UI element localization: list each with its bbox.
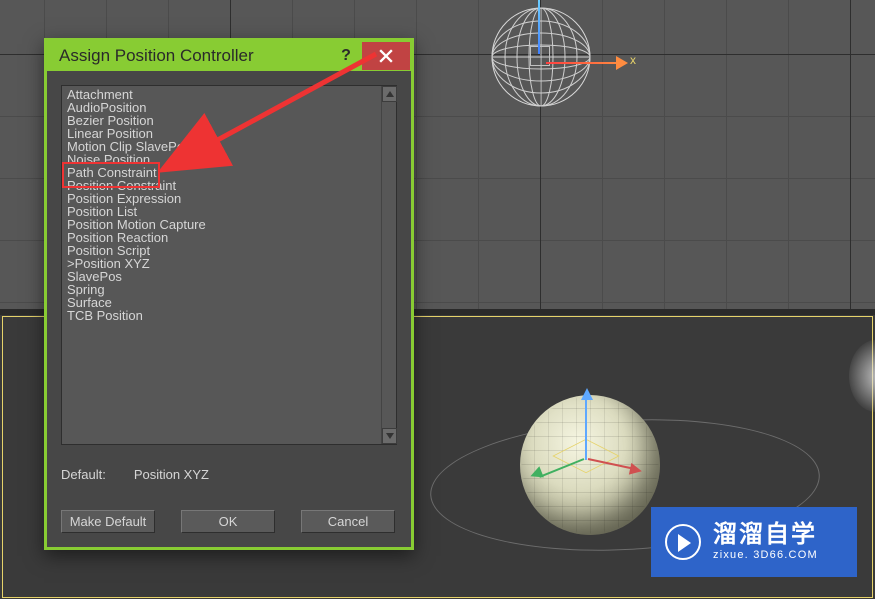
make-default-button[interactable]: Make Default [61,510,155,533]
chevron-down-icon [386,433,394,439]
controller-list-item[interactable]: Spring [66,283,381,296]
scroll-down-button[interactable] [382,428,397,444]
controller-listbox[interactable]: AttachmentAudioPositionBezier PositionLi… [61,85,397,445]
chevron-up-icon [386,91,394,97]
default-value: Position XYZ [134,467,209,482]
help-button[interactable]: ? [330,42,362,70]
help-icon: ? [341,47,351,65]
default-line: Default: Position XYZ [61,467,397,482]
cancel-button[interactable]: Cancel [301,510,395,533]
play-icon [665,524,701,560]
close-icon [379,49,393,63]
shaded-sphere[interactable] [520,395,660,535]
scroll-up-button[interactable] [382,86,397,102]
watermark-banner: 溜溜自学 zixue. 3D66.COM [651,507,857,577]
close-button[interactable] [362,42,410,70]
ok-button[interactable]: OK [181,510,275,533]
dialog-title: Assign Position Controller [59,46,254,66]
default-label: Default: [61,467,106,482]
controller-list-item[interactable]: TCB Position [66,309,381,322]
controller-list-item[interactable]: SlavePos [66,270,381,283]
watermark-url: zixue. 3D66.COM [713,549,818,561]
dialog-titlebar[interactable]: Assign Position Controller ? [47,41,411,71]
assign-position-controller-dialog: Assign Position Controller ? AttachmentA… [44,38,414,550]
watermark-title: 溜溜自学 [713,523,818,547]
listbox-scrollbar[interactable] [381,86,396,444]
